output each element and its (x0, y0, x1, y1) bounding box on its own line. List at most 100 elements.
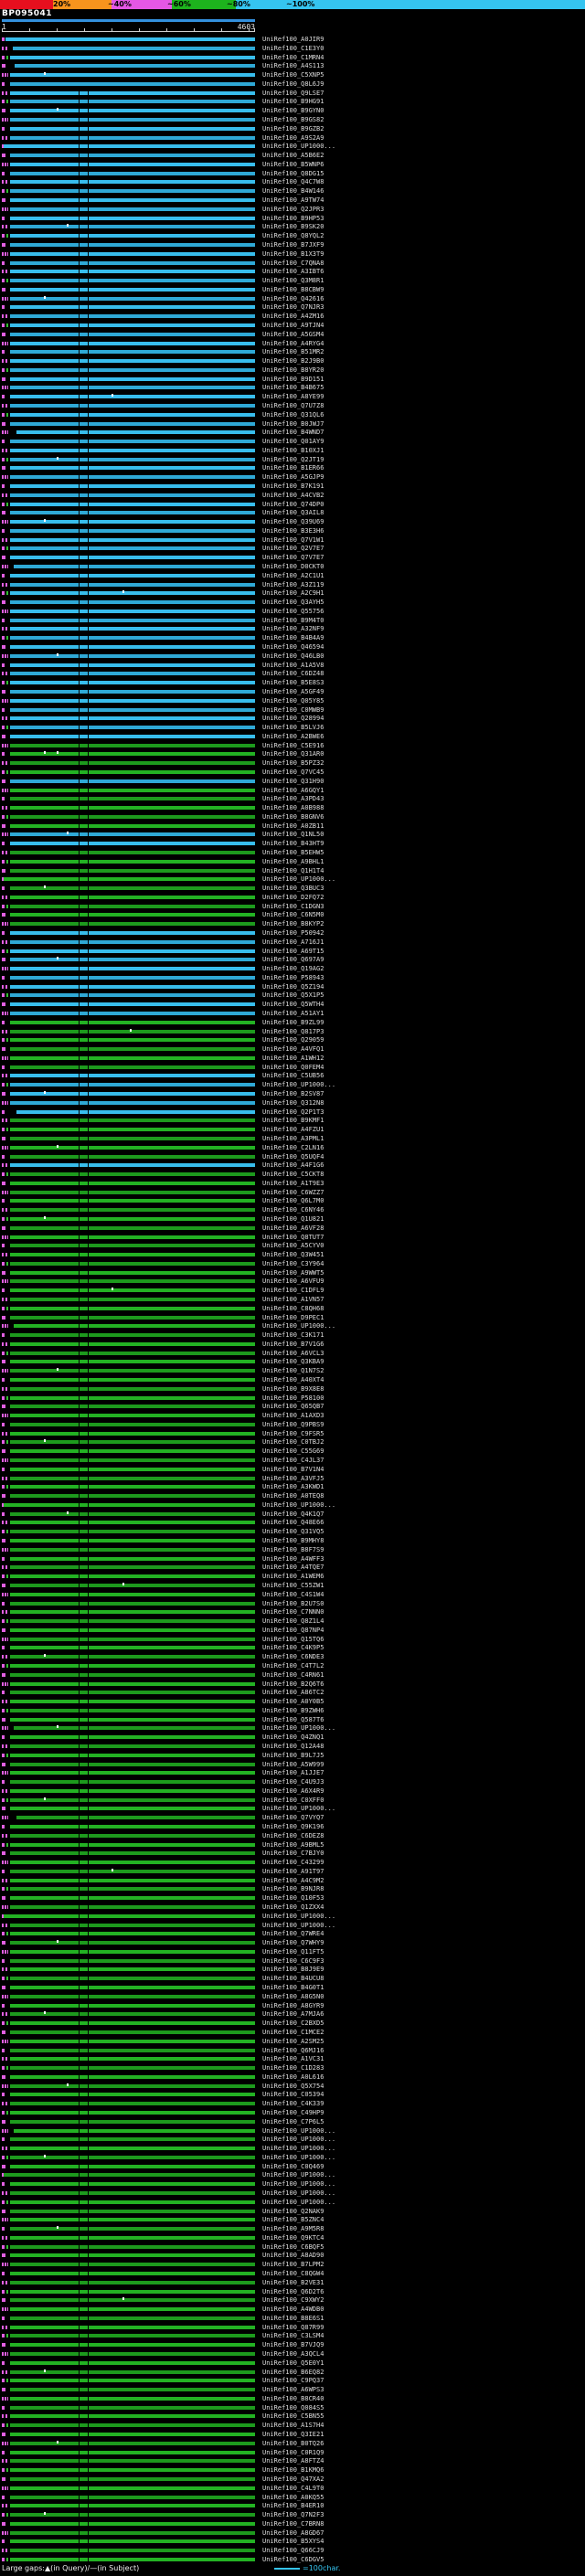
alignment-row[interactable]: UniRef100_A6GQY1 (0, 786, 585, 795)
alignment-row[interactable]: UniRef100_B8F7S9 (0, 1545, 585, 1554)
alignment-row[interactable]: UniRef100_Q31VQ5 (0, 1527, 585, 1536)
alignment-row[interactable]: UniRef100_Q5UQF4 (0, 1152, 585, 1161)
alignment-row[interactable]: UniRef100_B9ZL99 (0, 1018, 585, 1027)
alignment-row[interactable]: UniRef100_A4ZM16 (0, 312, 585, 321)
alignment-row[interactable]: UniRef100_A8GYR9 (0, 2001, 585, 2010)
alignment-row[interactable]: UniRef100_C4S1W4 (0, 1590, 585, 1599)
alignment-row[interactable]: UniRef100_A3PML1 (0, 1134, 585, 1143)
alignment-row[interactable]: UniRef100_A0TEQ8 (0, 1491, 585, 1500)
alignment-row[interactable]: UniRef100_A4FZU1 (0, 1125, 585, 1134)
alignment-row[interactable]: UniRef100_A3VFJ5 (0, 1474, 585, 1483)
alignment-row[interactable]: UniRef100_C4RN61 (0, 1670, 585, 1680)
alignment-row[interactable]: UniRef100_UP1000... (0, 1500, 585, 1510)
alignment-row[interactable]: UniRef100_Q2P1T3 (0, 1108, 585, 1117)
alignment-row[interactable]: UniRef100_C6BQF5 (0, 2242, 585, 2252)
alignment-row[interactable]: UniRef100_P50942 (0, 928, 585, 938)
alignment-row[interactable]: UniRef100_A5GJP9 (0, 472, 585, 482)
alignment-row[interactable]: UniRef100_C1MRN4 (0, 53, 585, 62)
alignment-row[interactable]: UniRef100_Q4K1Q7 (0, 1510, 585, 1519)
alignment-row[interactable]: UniRef100_B0TQ26 (0, 2439, 585, 2448)
alignment-row[interactable]: UniRef100_A5W999 (0, 1760, 585, 1769)
alignment-row[interactable]: UniRef100_C5CKT8 (0, 1170, 585, 1179)
alignment-row[interactable]: UniRef100_Q5E0Y1 (0, 2359, 585, 2368)
alignment-row[interactable]: UniRef100_B9X8E8 (0, 1384, 585, 1394)
alignment-row[interactable]: UniRef100_A9TJN4 (0, 321, 585, 330)
alignment-row[interactable]: UniRef100_B5E8S3 (0, 678, 585, 687)
alignment-row[interactable]: UniRef100_A51AY1 (0, 1009, 585, 1018)
alignment-row[interactable]: UniRef100_A1VC31 (0, 2054, 585, 2063)
alignment-row[interactable]: UniRef100_Q3AIL8 (0, 508, 585, 517)
alignment-row[interactable]: UniRef100_B7K191 (0, 482, 585, 491)
alignment-row[interactable]: UniRef100_C6N5M0 (0, 910, 585, 919)
alignment-row[interactable]: UniRef100_C7NNN0 (0, 1607, 585, 1617)
alignment-row[interactable]: UniRef100_Q7N2F3 (0, 2510, 585, 2519)
alignment-row[interactable]: UniRef100_C6DEZ8 (0, 1831, 585, 1840)
alignment-row[interactable]: UniRef100_Q05Y85 (0, 696, 585, 705)
alignment-row[interactable]: UniRef100_C9PQ37 (0, 2376, 585, 2385)
alignment-row[interactable]: UniRef100_B1ER66 (0, 463, 585, 472)
alignment-row[interactable]: UniRef100_UP1000... (0, 2126, 585, 2136)
alignment-row[interactable]: UniRef100_Q7NJR3 (0, 302, 585, 312)
alignment-row[interactable]: UniRef100_D0CKT0 (0, 562, 585, 571)
alignment-row[interactable]: UniRef100_C4JL37 (0, 1456, 585, 1465)
alignment-row[interactable]: UniRef100_A3Z119 (0, 580, 585, 589)
alignment-row[interactable]: UniRef100_A2C1U1 (0, 571, 585, 580)
alignment-row[interactable]: UniRef100_B8E6S1 (0, 2314, 585, 2323)
alignment-row[interactable]: UniRef100_B7V1N4 (0, 1465, 585, 1474)
alignment-row[interactable]: UniRef100_A5GSM4 (0, 330, 585, 339)
alignment-row[interactable]: UniRef100_A4F1G6 (0, 1161, 585, 1170)
alignment-row[interactable]: UniRef100_A0Y0B5 (0, 1697, 585, 1706)
alignment-row[interactable]: UniRef100_A5CYV0 (0, 1241, 585, 1250)
alignment-row[interactable]: UniRef100_C3LSM4 (0, 2331, 585, 2340)
alignment-row[interactable]: UniRef100_B9GS82 (0, 115, 585, 124)
alignment-row[interactable]: UniRef100_B8KYP2 (0, 919, 585, 928)
alignment-row[interactable]: UniRef100_Q4C7W8 (0, 177, 585, 186)
alignment-row[interactable]: UniRef100_A0L616 (0, 2072, 585, 2082)
alignment-row[interactable]: UniRef100_UP1000... (0, 1912, 585, 1921)
alignment-row[interactable]: UniRef100_B51MR2 (0, 347, 585, 356)
alignment-row[interactable]: UniRef100_A8AD90 (0, 2251, 585, 2260)
alignment-row[interactable]: UniRef100_C3K171 (0, 1330, 585, 1340)
alignment-row[interactable]: UniRef100_C1MCE2 (0, 2028, 585, 2037)
alignment-row[interactable]: UniRef100_B2Q6T6 (0, 1680, 585, 1689)
alignment-row[interactable]: UniRef100_Q1U821 (0, 1214, 585, 1224)
alignment-row[interactable]: UniRef100_B4UCU8 (0, 1974, 585, 1983)
alignment-row[interactable]: UniRef100_C6DZ48 (0, 669, 585, 678)
alignment-row[interactable]: UniRef100_B8YR20 (0, 366, 585, 375)
alignment-row[interactable]: UniRef100_A9M5R8 (0, 2224, 585, 2233)
alignment-row[interactable]: UniRef100_Q3W451 (0, 1250, 585, 1259)
alignment-row[interactable]: UniRef100_B5ZNC4 (0, 2215, 585, 2224)
alignment-row[interactable]: UniRef100_B4W146 (0, 186, 585, 196)
alignment-row[interactable]: UniRef100_B9HG91 (0, 97, 585, 106)
alignment-row[interactable]: UniRef100_A91T97 (0, 1867, 585, 1876)
alignment-row[interactable]: UniRef100_B3E3H6 (0, 526, 585, 535)
alignment-row[interactable]: UniRef100_A9S2A9 (0, 133, 585, 143)
alignment-row[interactable]: UniRef100_Q817P3 (0, 1027, 585, 1036)
alignment-row[interactable]: UniRef100_A6X4R9 (0, 1786, 585, 1796)
alignment-row[interactable]: UniRef100_C5BN55 (0, 2412, 585, 2421)
alignment-row[interactable]: UniRef100_Q7VC45 (0, 768, 585, 777)
alignment-row[interactable]: UniRef100_Q4ZNQ1 (0, 1733, 585, 1742)
alignment-row[interactable]: UniRef100_Q2V7E7 (0, 544, 585, 553)
alignment-row[interactable]: UniRef100_B43HT9 (0, 839, 585, 848)
alignment-row[interactable]: UniRef100_B5XYS4 (0, 2537, 585, 2546)
alignment-row[interactable]: UniRef100_A1T9E3 (0, 1179, 585, 1188)
alignment-row[interactable]: UniRef100_B6EQ82 (0, 2368, 585, 2377)
alignment-row[interactable]: UniRef100_Q74DP0 (0, 500, 585, 509)
alignment-row[interactable]: UniRef100_C2LN16 (0, 1143, 585, 1152)
alignment-row[interactable]: UniRef100_UP1000... (0, 2135, 585, 2144)
alignment-row[interactable]: UniRef100_A4CVB2 (0, 491, 585, 500)
alignment-row[interactable]: UniRef100_UP1000... (0, 142, 585, 151)
alignment-row[interactable]: UniRef100_Q5Z194 (0, 982, 585, 991)
alignment-row[interactable]: UniRef100_B7JXF9 (0, 240, 585, 249)
alignment-row[interactable]: UniRef100_A0JIR9 (0, 35, 585, 44)
alignment-row[interactable]: UniRef100_C5XNP5 (0, 70, 585, 80)
alignment-row[interactable]: UniRef100_C6NY46 (0, 1205, 585, 1214)
alignment-row[interactable]: UniRef100_A2BWE6 (0, 732, 585, 741)
alignment-row[interactable]: UniRef100_P58943 (0, 973, 585, 982)
alignment-row[interactable]: UniRef100_Q87R99 (0, 2323, 585, 2332)
alignment-row[interactable]: UniRef100_C4L9T0 (0, 2484, 585, 2493)
alignment-row[interactable]: UniRef100_C7P6L5 (0, 2117, 585, 2126)
alignment-row[interactable]: UniRef100_C6NDE3 (0, 1652, 585, 1661)
alignment-row[interactable]: UniRef100_UP1000... (0, 1723, 585, 1733)
